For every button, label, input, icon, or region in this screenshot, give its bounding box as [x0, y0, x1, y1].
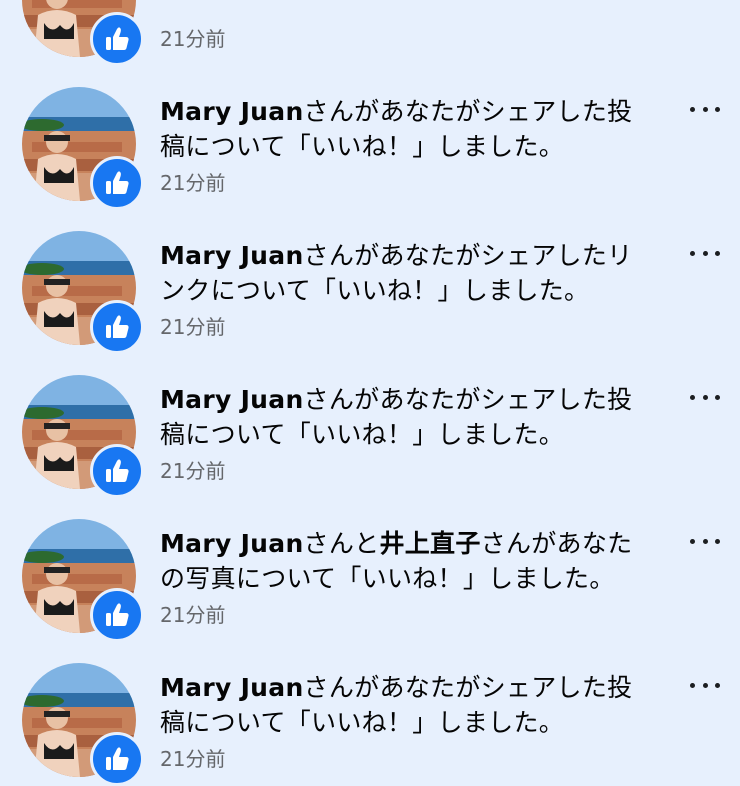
more-options-icon[interactable] — [690, 99, 720, 119]
notification-item[interactable]: 21分前 — [0, 0, 740, 66]
notification-text: Mary Juanさんがあなたがシェアした投稿について「いいね！」しました。 — [160, 670, 646, 740]
actor-name[interactable]: Mary Juan — [160, 673, 304, 702]
notification-text: Mary Juanさんがあなたがシェアした投稿について「いいね！」しました。 — [160, 382, 646, 452]
actor-name-2[interactable]: 井上直子 — [379, 529, 480, 558]
more-options-icon[interactable] — [690, 675, 720, 695]
like-badge — [90, 732, 144, 786]
timestamp: 21分前 — [160, 747, 226, 771]
notification-item[interactable]: Mary Juanさんがあなたがシェアした投稿について「いいね！」しました。 2… — [0, 332, 740, 498]
actor-name[interactable]: Mary Juan — [160, 241, 304, 270]
notification-connector: さんと — [303, 529, 380, 558]
actor-name[interactable]: Mary Juan — [160, 97, 304, 126]
notification-text: Mary Juanさんがあなたがシェアした投稿について「いいね！」しました。 — [160, 94, 646, 164]
notification-item[interactable]: Mary Juanさんがあなたがシェアしたリンクについて「いいね！」しました。 … — [0, 188, 740, 354]
notification-item[interactable]: Mary Juanさんがあなたがシェアした投稿について「いいね！」しました。 2… — [0, 44, 740, 210]
actor-name[interactable]: Mary Juan — [160, 529, 304, 558]
more-options-icon[interactable] — [690, 243, 720, 263]
more-options-icon[interactable] — [690, 387, 720, 407]
notification-text: Mary Juanさんがあなたがシェアしたリンクについて「いいね！」しました。 — [160, 238, 646, 308]
notification-list: 21分前 Mary Juanさんがあなたがシェアした投稿について「いいね！」しま… — [0, 0, 740, 786]
thumbs-up-icon — [106, 747, 129, 770]
notification-item[interactable]: Mary Juanさんと井上直子さんがあなたの写真について「いいね！」しました。… — [0, 476, 740, 642]
actor-name[interactable]: Mary Juan — [160, 385, 304, 414]
notification-text: Mary Juanさんと井上直子さんがあなたの写真について「いいね！」しました。 — [160, 526, 646, 596]
notification-item[interactable]: Mary Juanさんがあなたがシェアした投稿について「いいね！」しました。 2… — [0, 620, 740, 786]
more-options-icon[interactable] — [690, 531, 720, 551]
